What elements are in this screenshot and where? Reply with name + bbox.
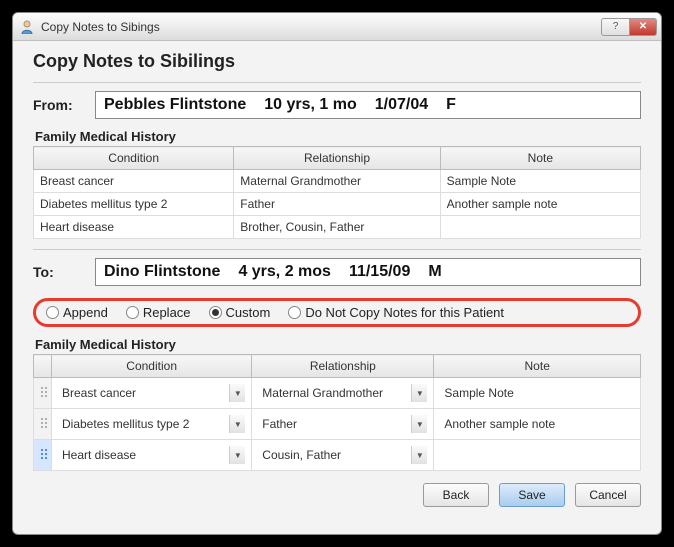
condition-value: Heart disease [58,448,229,462]
to-dob: 11/15/09 [349,263,410,281]
window-title: Copy Notes to Sibings [41,20,601,34]
col-condition: Condition [34,147,234,170]
table-row: Breast cancer Maternal Grandmother Sampl… [34,170,641,193]
radio-label: Replace [143,305,191,320]
cell-condition: Diabetes mellitus type 2 [34,193,234,216]
to-label: To: [33,264,87,280]
cell-condition[interactable]: Heart disease▼ [52,440,252,471]
radio-append[interactable]: Append [46,305,108,320]
radio-label: Append [63,305,108,320]
table-row[interactable]: Diabetes mellitus type 2▼Father▼Another … [34,409,641,440]
cell-note: Another sample note [440,193,640,216]
col-relationship: Relationship [234,147,440,170]
table-row[interactable]: Breast cancer▼Maternal Grandmother▼Sampl… [34,378,641,409]
cell-note: Sample Note [440,170,640,193]
note-value: Sample Note [440,386,634,400]
radio-donotcopy[interactable]: Do Not Copy Notes for this Patient [288,305,504,320]
to-history-table: Condition Relationship Note Breast cance… [33,354,641,471]
chevron-down-icon[interactable]: ▼ [229,446,245,464]
from-section-title: Family Medical History [35,129,641,144]
person-icon [19,19,35,35]
cell-condition[interactable]: Breast cancer▼ [52,378,252,409]
cell-relationship: Brother, Cousin, Father [234,216,440,239]
from-patient: Pebbles Flintstone 10 yrs, 1 mo 1/07/04 … [95,91,641,119]
chevron-down-icon[interactable]: ▼ [229,384,245,402]
chevron-down-icon[interactable]: ▼ [411,415,427,433]
to-age: 4 yrs, 2 mos [238,263,331,281]
to-section-title: Family Medical History [35,337,641,352]
from-sex: F [446,96,456,114]
from-name: Pebbles Flintstone [104,96,246,114]
table-row[interactable]: Heart disease▼Cousin, Father▼ [34,440,641,471]
relationship-value: Father [258,417,411,431]
to-sex: M [428,263,441,281]
radio-icon [209,306,222,319]
condition-value: Diabetes mellitus type 2 [58,417,229,431]
chevron-down-icon[interactable]: ▼ [411,384,427,402]
cell-relationship[interactable]: Cousin, Father▼ [252,440,434,471]
from-dob: 1/07/04 [375,96,428,114]
cell-relationship[interactable]: Maternal Grandmother▼ [252,378,434,409]
close-button[interactable]: ✕ [629,18,657,36]
chevron-down-icon[interactable]: ▼ [229,415,245,433]
to-row: To: Dino Flintstone 4 yrs, 2 mos 11/15/0… [33,258,641,286]
from-history-table: Condition Relationship Note Breast cance… [33,146,641,239]
footer-buttons: Back Save Cancel [33,483,641,507]
radio-label: Custom [226,305,271,320]
drag-handle[interactable] [34,378,52,409]
cell-note [440,216,640,239]
copy-mode-group: Append Replace Custom Do Not Copy Notes … [33,298,641,327]
titlebar: Copy Notes to Sibings ? ✕ [13,13,661,41]
cell-note[interactable]: Sample Note [434,378,641,409]
radio-custom[interactable]: Custom [209,305,271,320]
from-row: From: Pebbles Flintstone 10 yrs, 1 mo 1/… [33,91,641,119]
cell-relationship: Maternal Grandmother [234,170,440,193]
dialog-window: Copy Notes to Sibings ? ✕ Copy Notes to … [12,12,662,535]
drag-handle[interactable] [34,409,52,440]
save-button[interactable]: Save [499,483,565,507]
note-value: Another sample note [440,417,634,431]
radio-icon [288,306,301,319]
col-note: Note [434,355,641,378]
radio-label: Do Not Copy Notes for this Patient [305,305,504,320]
page-title: Copy Notes to Sibilings [33,51,641,72]
to-patient: Dino Flintstone 4 yrs, 2 mos 11/15/09 M [95,258,641,286]
table-row: Diabetes mellitus type 2 Father Another … [34,193,641,216]
from-label: From: [33,97,87,113]
divider [33,249,641,250]
to-name: Dino Flintstone [104,263,220,281]
relationship-value: Maternal Grandmother [258,386,411,400]
cell-condition[interactable]: Diabetes mellitus type 2▼ [52,409,252,440]
cell-relationship[interactable]: Father▼ [252,409,434,440]
help-button[interactable]: ? [601,18,629,36]
cell-note[interactable] [434,440,641,471]
back-button[interactable]: Back [423,483,489,507]
cell-condition: Heart disease [34,216,234,239]
table-row: Heart disease Brother, Cousin, Father [34,216,641,239]
col-handle [34,355,52,378]
condition-value: Breast cancer [58,386,229,400]
from-age: 10 yrs, 1 mo [264,96,357,114]
cell-condition: Breast cancer [34,170,234,193]
content-area: Copy Notes to Sibilings From: Pebbles Fl… [13,41,661,534]
drag-handle[interactable] [34,440,52,471]
cell-relationship: Father [234,193,440,216]
chevron-down-icon[interactable]: ▼ [411,446,427,464]
radio-icon [126,306,139,319]
cancel-button[interactable]: Cancel [575,483,641,507]
cell-note[interactable]: Another sample note [434,409,641,440]
col-note: Note [440,147,640,170]
radio-icon [46,306,59,319]
col-relationship: Relationship [252,355,434,378]
relationship-value: Cousin, Father [258,448,411,462]
divider [33,82,641,83]
col-condition: Condition [52,355,252,378]
radio-replace[interactable]: Replace [126,305,191,320]
